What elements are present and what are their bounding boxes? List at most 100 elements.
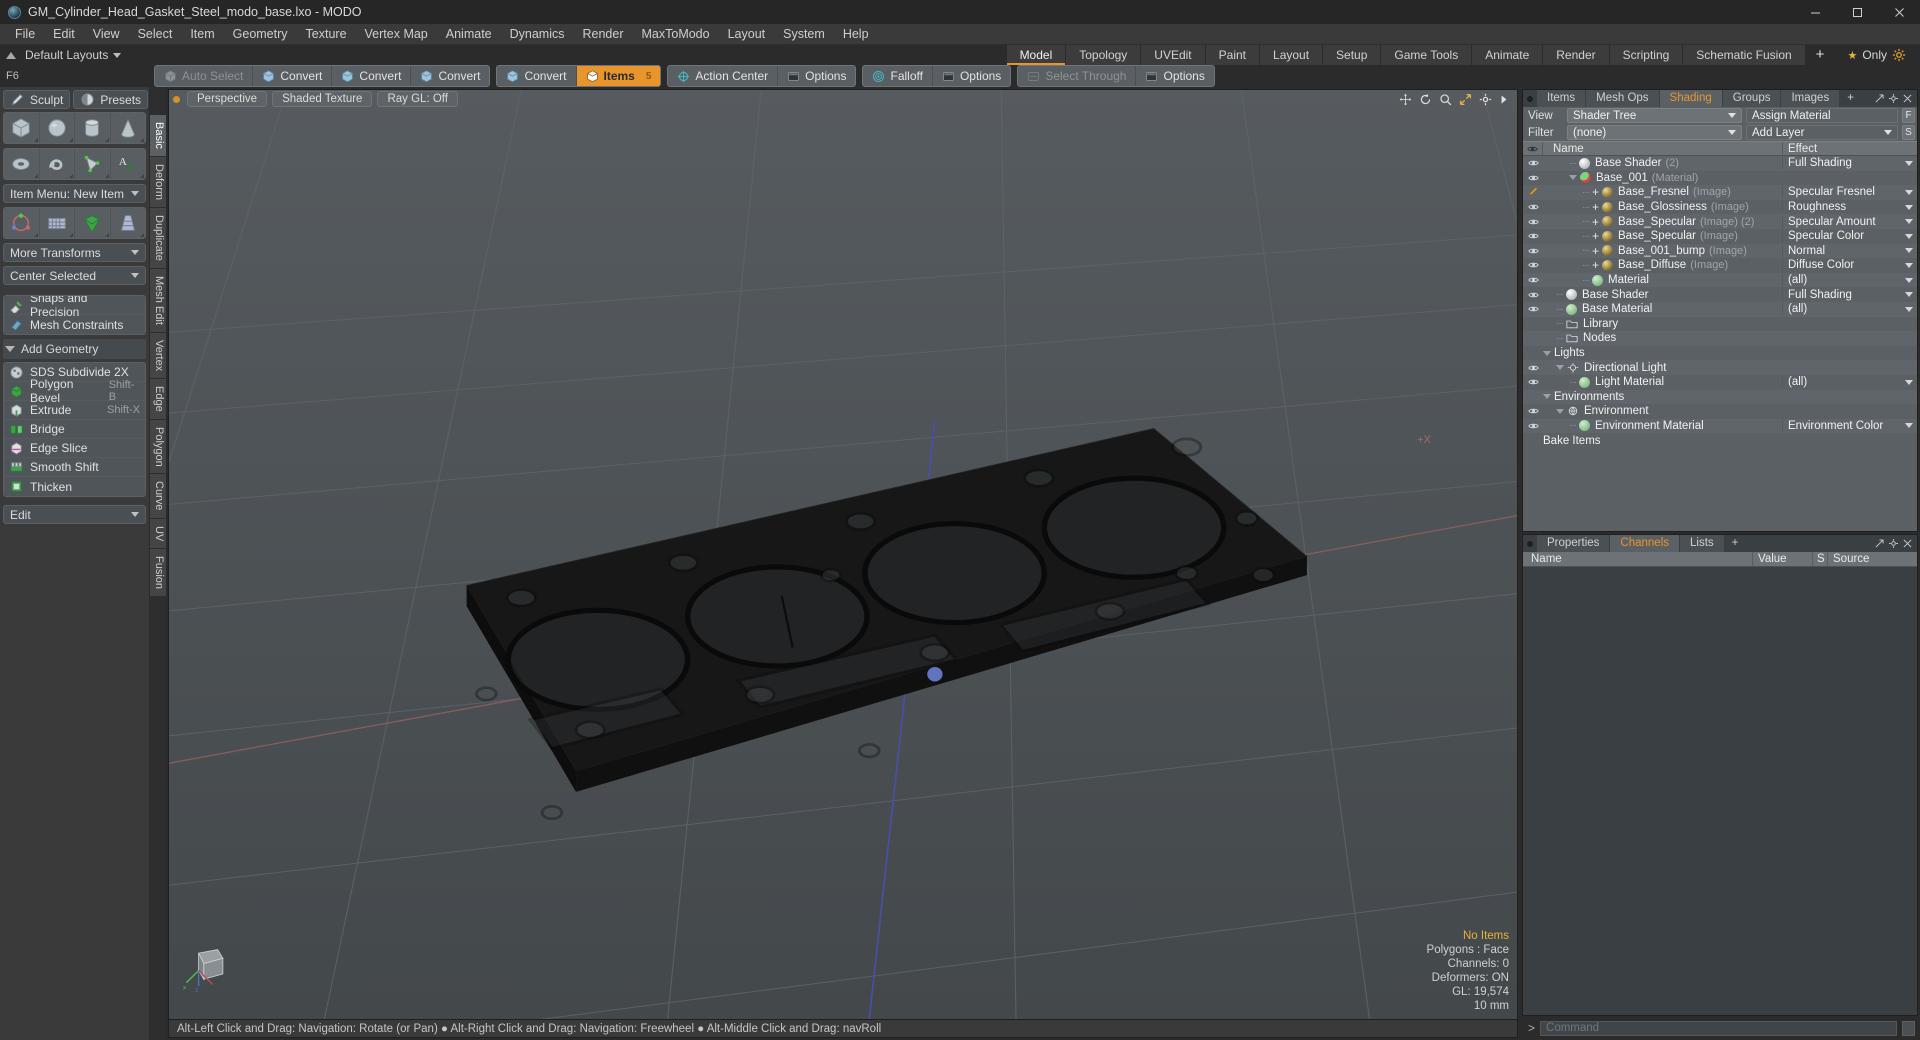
- viewport-shading-dropdown[interactable]: Shaded Texture: [272, 91, 373, 107]
- more-transforms-dropdown[interactable]: More Transforms: [3, 243, 146, 262]
- shader-tree-row[interactable]: ··· Library: [1523, 317, 1917, 332]
- collapse-arrow-icon[interactable]: [6, 51, 16, 59]
- tab-items[interactable]: Items: [1537, 90, 1587, 107]
- eye-icon[interactable]: [1523, 276, 1543, 284]
- viewport-menu-dot-icon[interactable]: [173, 95, 180, 103]
- shader-tree-row-effect[interactable]: (all): [1782, 274, 1917, 287]
- layout-selector[interactable]: Default Layouts: [0, 45, 122, 65]
- falloff-button[interactable]: Falloff: [863, 66, 933, 86]
- popout-icon[interactable]: [1875, 539, 1884, 548]
- falloff-options-button[interactable]: Options: [932, 66, 1011, 86]
- shader-tree-row[interactable]: ··· + Base_Specular (Image) (2) Specular Amo…: [1523, 214, 1917, 229]
- menu-animate[interactable]: Animate: [437, 24, 501, 45]
- shader-tree-rows[interactable]: ··· Base Shader (2) Full Shading Base_001 (Ma…: [1523, 156, 1917, 531]
- vtab-mesh-edit[interactable]: Mesh Edit: [150, 268, 166, 333]
- select-through-options-button[interactable]: Options: [1136, 66, 1214, 86]
- menu-maxtomodo[interactable]: MaxToModo: [633, 24, 719, 45]
- tab-mesh-ops[interactable]: Mesh Ops: [1586, 90, 1660, 107]
- convert-button-4[interactable]: Convert: [497, 66, 577, 86]
- add-layout-tab-button[interactable]: +: [1805, 45, 1836, 65]
- shader-tree-row-effect[interactable]: Full Shading: [1782, 288, 1917, 301]
- fit-view-icon[interactable]: [1459, 93, 1472, 106]
- torus-primitive-button[interactable]: [4, 149, 39, 179]
- panel-menu-dot-icon[interactable]: [1523, 90, 1537, 107]
- shader-tree-row-effect[interactable]: Full Shading: [1782, 157, 1917, 170]
- menu-system[interactable]: System: [774, 24, 834, 45]
- cube-primitive-button[interactable]: [4, 113, 39, 143]
- menu-item[interactable]: Item: [181, 24, 223, 45]
- panel-close-icon[interactable]: [1903, 94, 1912, 103]
- smooth-shift-button[interactable]: Smooth Shift: [4, 458, 145, 477]
- shader-tree-row[interactable]: ··· Base Material (all): [1523, 301, 1917, 317]
- add-layer-extra-button[interactable]: S: [1902, 125, 1915, 140]
- shader-tree-row[interactable]: ··· Environment Material Environment Color: [1523, 418, 1917, 434]
- shader-tree-row[interactable]: Bake Items: [1523, 433, 1917, 448]
- close-button[interactable]: [1878, 0, 1920, 24]
- layout-tab-scripting[interactable]: Scripting: [1609, 45, 1684, 65]
- tab-shading[interactable]: Shading: [1659, 90, 1723, 107]
- eye-icon[interactable]: [1523, 261, 1543, 269]
- shader-tree-row[interactable]: ··· Base Shader (2) Full Shading: [1523, 156, 1917, 171]
- maximize-button[interactable]: [1836, 0, 1878, 24]
- gear-icon[interactable]: [1892, 48, 1906, 62]
- play-arrow-icon[interactable]: [1499, 93, 1509, 106]
- action-center-button[interactable]: Action Center: [668, 66, 779, 86]
- action-center-options-button[interactable]: Options: [778, 66, 856, 86]
- rotate-icon[interactable]: [1419, 93, 1432, 106]
- vtab-duplicate[interactable]: Duplicate: [150, 207, 166, 269]
- default-layouts-dropdown[interactable]: Default Layouts: [25, 48, 122, 62]
- add-panel-tab-button[interactable]: +: [1840, 90, 1862, 107]
- shader-tree-row-effect[interactable]: Roughness: [1782, 201, 1917, 214]
- taper-deform-button[interactable]: [110, 208, 145, 238]
- menu-view[interactable]: View: [84, 24, 129, 45]
- shader-tree-row[interactable]: ··· Nodes: [1523, 331, 1917, 346]
- shader-tree-row[interactable]: ··· Light Material (all): [1523, 375, 1917, 390]
- filter-dropdown[interactable]: (none): [1567, 125, 1742, 140]
- vtab-curve[interactable]: Curve: [150, 474, 166, 519]
- zoom-icon[interactable]: [1439, 93, 1452, 106]
- sphere-primitive-button[interactable]: [39, 113, 74, 143]
- eye-icon[interactable]: [1523, 203, 1543, 211]
- cone-primitive-button[interactable]: [110, 113, 145, 143]
- vtab-edge[interactable]: Edge: [150, 378, 166, 420]
- shader-tree-row-effect[interactable]: Diffuse Color: [1782, 259, 1917, 272]
- viewport-perspective-dropdown[interactable]: Perspective: [187, 91, 268, 107]
- pan-icon[interactable]: [1399, 93, 1412, 106]
- add-layer-dropdown[interactable]: Add Layer: [1746, 125, 1898, 140]
- shader-tree-row-effect[interactable]: (all): [1782, 376, 1917, 389]
- text-primitive-button[interactable]: A &: [110, 149, 145, 179]
- eye-icon[interactable]: [1523, 364, 1543, 372]
- bridge-button[interactable]: Bridge: [4, 420, 145, 439]
- pen-primitive-button[interactable]: [75, 149, 110, 179]
- menu-help[interactable]: Help: [834, 24, 878, 45]
- transform-gizmo-button[interactable]: [4, 208, 39, 238]
- presets-tab-button[interactable]: Presets: [73, 90, 149, 109]
- shader-tree-row-effect[interactable]: Specular Fresnel: [1782, 186, 1917, 199]
- menu-edit[interactable]: Edit: [44, 24, 84, 45]
- shader-tree-row[interactable]: ··· + Base_Glossiness (Image) Roughness: [1523, 200, 1917, 215]
- eye-icon[interactable]: [1523, 218, 1543, 226]
- brush-icon[interactable]: [1523, 187, 1543, 197]
- vtab-deform[interactable]: Deform: [150, 156, 166, 208]
- eye-icon[interactable]: [1523, 407, 1543, 415]
- menu-vertex-map[interactable]: Vertex Map: [356, 24, 437, 45]
- shader-tree-row[interactable]: Directional Light: [1523, 360, 1917, 375]
- gear-icon[interactable]: [1479, 93, 1492, 106]
- select-through-button[interactable]: Select Through: [1018, 66, 1137, 86]
- viewport-raygl-dropdown[interactable]: Ray GL: Off: [377, 91, 458, 107]
- eye-icon[interactable]: [1523, 232, 1543, 240]
- shader-tree-row[interactable]: ··· + Base_Specular (Image) Specular Color: [1523, 229, 1917, 244]
- vtab-vertex[interactable]: Vertex: [150, 332, 166, 379]
- minimize-button[interactable]: [1794, 0, 1836, 24]
- shader-tree-row[interactable]: ··· + Base_Fresnel (Image) Specular Fresnel: [1523, 185, 1917, 200]
- item-menu-dropdown[interactable]: Item Menu: New Item: [3, 184, 146, 203]
- snaps-and-precision-button[interactable]: Snaps and Precision: [4, 296, 145, 319]
- layout-tab-setup[interactable]: Setup: [1323, 45, 1382, 65]
- menu-dynamics[interactable]: Dynamics: [501, 24, 574, 45]
- eye-icon[interactable]: [1523, 247, 1543, 255]
- assign-material-button[interactable]: Assign Material: [1746, 108, 1898, 123]
- menu-layout[interactable]: Layout: [719, 24, 775, 45]
- menu-render[interactable]: Render: [574, 24, 633, 45]
- edge-slice-button[interactable]: Edge Slice: [4, 439, 145, 458]
- vtab-fusion[interactable]: Fusion: [150, 549, 166, 598]
